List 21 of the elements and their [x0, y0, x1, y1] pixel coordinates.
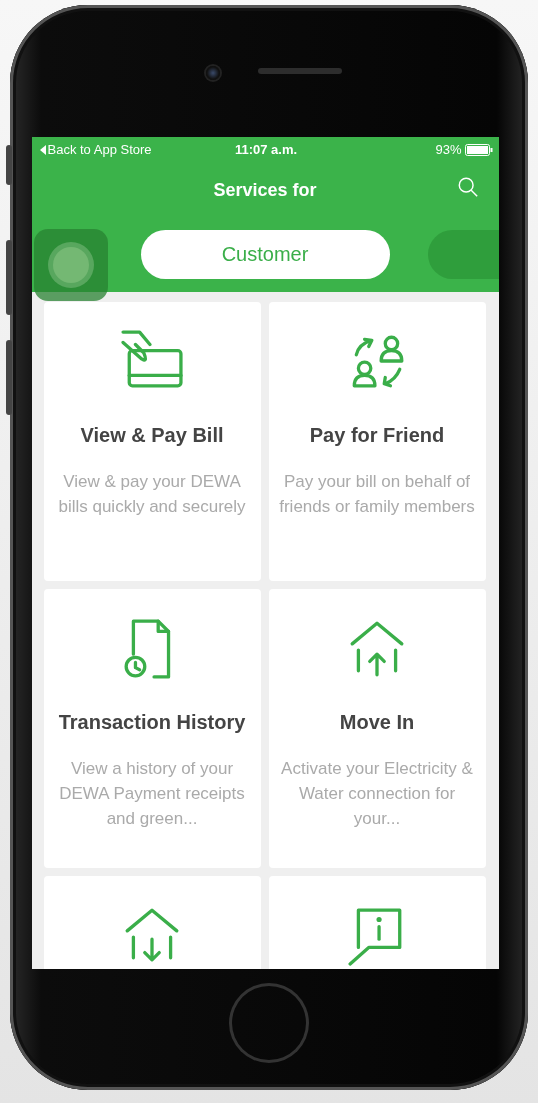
home-button[interactable] — [229, 982, 309, 1063]
back-triangle-icon — [39, 144, 46, 155]
service-description: Pay your bill on behalf of friends or family members — [278, 471, 476, 518]
service-description: Activate your Electricity & Water connection for your... — [280, 758, 474, 830]
service-description: View & pay your DEWA bills quickly and securely — [57, 471, 247, 518]
camera-lens — [206, 66, 220, 80]
assistive-touch-button[interactable] — [33, 229, 108, 301]
service-title: Move In — [339, 711, 415, 734]
service-card[interactable]: Move In Activate your Electricity & Water connection for your... — [268, 589, 486, 868]
service-card[interactable]: View & Pay Bill View & pay your DEWA bills quickly and securely — [43, 302, 261, 581]
service-title: View & Pay Bill — [80, 424, 224, 447]
battery-percent: 93% — [435, 142, 462, 157]
battery-icon — [464, 143, 493, 156]
service-title: Pay for Friend — [309, 424, 445, 447]
search-icon[interactable] — [456, 176, 479, 198]
page-title: Services for — [213, 179, 317, 201]
service-card[interactable]: Pay for Friend Pay your bill on behalf of friends or family members — [268, 302, 486, 581]
status-time: 11:07 a.m. — [234, 142, 298, 157]
service-title: Transaction History — [58, 711, 246, 734]
service-card[interactable]: Transaction History View a history of your DEWA Payment receipts and green... — [43, 589, 261, 868]
service-description: View a history of your DEWA Payment receipts and green... — [58, 758, 246, 830]
